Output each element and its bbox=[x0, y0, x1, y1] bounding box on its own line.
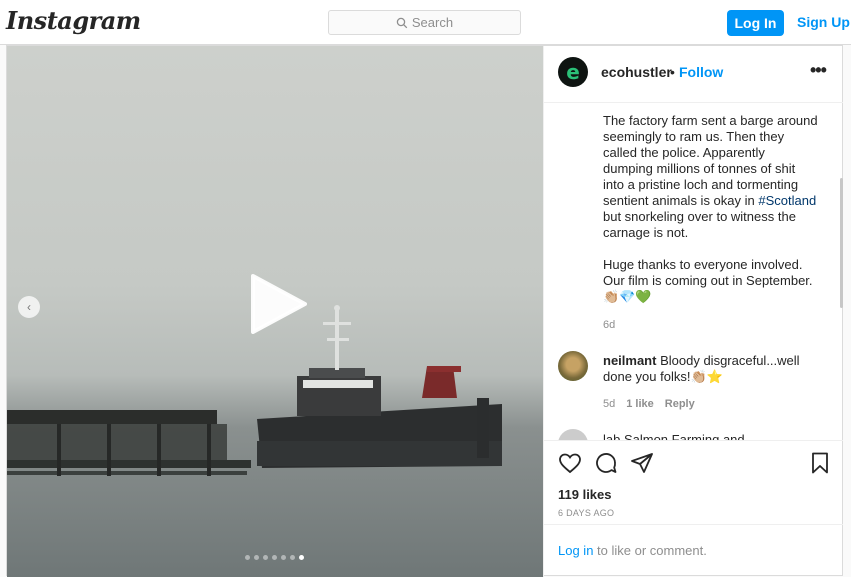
carousel-dot bbox=[290, 555, 295, 560]
post-caption: The factory farm sent a barge around see… bbox=[603, 113, 818, 321]
login-link[interactable]: Log in bbox=[558, 543, 593, 558]
play-icon[interactable] bbox=[249, 274, 307, 334]
login-prompt: Log in to like or comment. bbox=[544, 524, 844, 577]
comment-body: neilmant Bloody disgraceful...well done … bbox=[603, 353, 818, 385]
post-side-panel: e ecohustler • Follow ••• The factory fa… bbox=[543, 46, 844, 577]
top-navigation-bar: Instagram Search Log In Sign Up bbox=[0, 0, 851, 45]
search-placeholder: Search bbox=[411, 15, 454, 30]
comment-reply-button[interactable]: Reply bbox=[665, 398, 695, 410]
carousel-indicator bbox=[245, 555, 304, 560]
chevron-left-icon: ‹ bbox=[27, 300, 31, 314]
caption-second-paragraph: Huge thanks to everyone involved. Our fi… bbox=[603, 257, 813, 304]
hashtag-link[interactable]: #Scotland bbox=[758, 193, 816, 208]
login-prompt-rest: to like or comment. bbox=[593, 543, 707, 558]
login-button[interactable]: Log In bbox=[727, 10, 784, 36]
caption-text-end: but snorkeling over to witness the carna… bbox=[603, 209, 796, 240]
author-avatar[interactable]: e bbox=[558, 57, 588, 87]
post-date: 6 DAYS AGO bbox=[558, 508, 615, 518]
carousel-dot bbox=[281, 555, 286, 560]
carousel-dot-active bbox=[299, 555, 304, 560]
carousel-dot bbox=[254, 555, 259, 560]
comment-time: 5d bbox=[603, 398, 616, 410]
commenter-avatar-partial[interactable] bbox=[558, 429, 588, 440]
instagram-logo[interactable]: Instagram bbox=[6, 6, 141, 35]
carousel-prev-button[interactable]: ‹ bbox=[18, 296, 40, 318]
post-container: ‹ e ecohustler • Follow ••• The factory … bbox=[6, 45, 844, 577]
post-media-video[interactable]: ‹ bbox=[7, 46, 543, 577]
more-options-icon[interactable]: ••• bbox=[810, 60, 827, 81]
bookmark-icon[interactable] bbox=[808, 451, 832, 475]
comment-likes[interactable]: 1 like bbox=[626, 398, 654, 410]
search-input[interactable]: Search bbox=[328, 10, 521, 35]
carousel-dot bbox=[272, 555, 277, 560]
comments-area[interactable]: The factory farm sent a barge around see… bbox=[544, 103, 844, 440]
follow-button[interactable]: Follow bbox=[679, 64, 723, 80]
avatar-letter: e bbox=[566, 60, 580, 84]
likes-count[interactable]: 119 likes bbox=[558, 487, 612, 502]
carousel-dot bbox=[263, 555, 268, 560]
comment-meta: 5d 1 like Reply bbox=[603, 398, 695, 410]
page-margin bbox=[843, 45, 851, 576]
login-prompt-text: Log in to like or comment. bbox=[558, 543, 707, 558]
share-icon[interactable] bbox=[630, 451, 654, 475]
author-username[interactable]: ecohustler bbox=[601, 64, 672, 80]
post-header: e ecohustler • Follow ••• bbox=[544, 46, 844, 103]
signup-link[interactable]: Sign Up bbox=[797, 14, 850, 30]
commenter-avatar[interactable] bbox=[558, 351, 588, 381]
comment-partial: lab Salmon Farming and ... bbox=[603, 432, 760, 440]
comment-icon[interactable] bbox=[594, 451, 618, 475]
separator-dot: • bbox=[670, 64, 675, 80]
search-icon bbox=[396, 17, 408, 28]
caption-timestamp: 6d bbox=[603, 319, 616, 331]
carousel-dot bbox=[245, 555, 250, 560]
commenter-username[interactable]: neilmant bbox=[603, 353, 656, 368]
heart-icon[interactable] bbox=[558, 451, 582, 475]
